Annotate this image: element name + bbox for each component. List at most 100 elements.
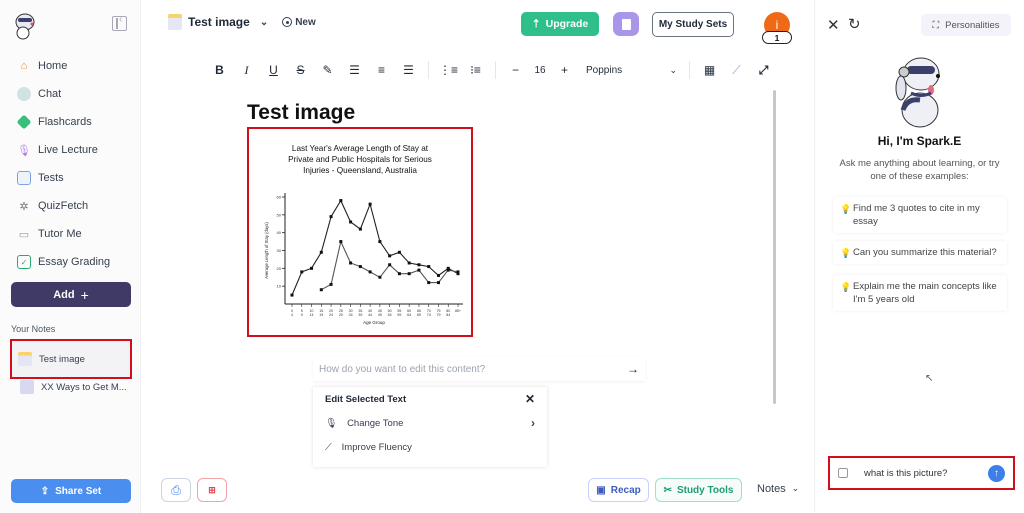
series-line	[291, 199, 459, 296]
x-tick-label: 34	[349, 313, 353, 317]
data-point	[397, 272, 401, 276]
sidebar-item-flashcards[interactable]: Flashcards	[0, 108, 141, 136]
sidebar-item-label: Home	[38, 60, 68, 72]
strikethrough-button[interactable]: S	[287, 59, 314, 81]
suggestion-text: Explain me the main concepts like I'm 5 …	[853, 281, 997, 305]
sidebar-item-label: Flashcards	[38, 116, 92, 128]
x-tick-label: 44	[368, 313, 372, 317]
bullet-list-icon[interactable]: ⁝≡	[462, 59, 489, 81]
sidebar-item-home[interactable]: ⌂ Home	[0, 52, 141, 80]
upgrade-button[interactable]: ⇡ Upgrade	[521, 12, 599, 36]
collapse-sidebar-button[interactable]	[112, 14, 127, 31]
table-icon[interactable]: ▦	[696, 59, 723, 81]
sidebar-item-chat[interactable]: Chat	[0, 80, 141, 108]
my-study-sets-button[interactable]: My Study Sets	[652, 12, 734, 37]
embedded-chart-image[interactable]: Last Year's Average Length of Stay at Pr…	[247, 127, 473, 337]
toolbar-divider	[495, 61, 496, 79]
decrease-font-button[interactable]: −	[502, 59, 529, 81]
editor-heading[interactable]: Test image	[247, 101, 355, 125]
image-upload-icon[interactable]	[838, 468, 848, 478]
sidebar-item-tests[interactable]: Tests	[0, 164, 141, 192]
share-set-button[interactable]: ⇪ Share Set	[11, 479, 131, 503]
highlight-icon[interactable]: ✎	[314, 59, 341, 81]
x-tick-label: 19	[319, 313, 323, 317]
font-size-value[interactable]: 16	[529, 65, 551, 76]
upload-document-button[interactable]	[613, 12, 639, 36]
data-point	[456, 270, 460, 274]
numbered-list-icon[interactable]: ⋮≡	[435, 59, 462, 81]
ai-edit-placeholder: How do you want to edit this content?	[319, 363, 486, 375]
chat-input[interactable]: what is this picture? ↑	[828, 456, 1015, 490]
send-button[interactable]: ↑	[988, 464, 1005, 482]
data-point	[349, 261, 353, 265]
print-button[interactable]: ⎙	[161, 478, 191, 502]
quizfetch-icon: ✲	[19, 200, 29, 213]
chat-input-value[interactable]: what is this picture?	[864, 468, 988, 479]
increase-font-button[interactable]: +	[551, 59, 578, 81]
x-tick-label: 79	[436, 313, 440, 317]
data-point	[358, 265, 362, 269]
bold-button[interactable]: B	[206, 59, 233, 81]
align-center-icon[interactable]: ≡	[368, 59, 395, 81]
sidebar-item-live-lecture[interactable]: 🎙 Live Lecture	[0, 136, 141, 164]
menu-item-improve-fluency[interactable]: ⟋ Improve Fluency	[313, 435, 547, 459]
italic-button[interactable]: I	[233, 59, 260, 81]
refresh-icon[interactable]: ↻	[848, 15, 861, 33]
new-note-button[interactable]: New	[282, 17, 316, 28]
document-title[interactable]: Test image	[188, 15, 250, 29]
fullscreen-icon[interactable]: ⤢	[750, 59, 777, 81]
align-left-icon[interactable]: ☰	[341, 59, 368, 81]
suggestion-text: Can you summarize this material?	[853, 247, 997, 258]
data-point	[329, 282, 333, 286]
chevron-down-icon[interactable]: ⌄	[260, 17, 268, 28]
suggestion-card[interactable]: 💡 Can you summarize this material?	[833, 241, 1007, 264]
menu-item-change-tone[interactable]: 🎙 Change Tone ›	[313, 411, 547, 435]
note-icon	[168, 14, 182, 30]
editor-scrollbar[interactable]	[773, 90, 776, 404]
x-tick-label: 69	[417, 313, 421, 317]
mouse-cursor-icon: ↖	[925, 373, 934, 384]
suggestion-card[interactable]: 💡 Explain me the main concepts like I'm …	[833, 275, 1007, 311]
sidebar-nav: ⌂ Home Chat Flashcards 🎙 Live Lecture Te…	[0, 52, 141, 276]
close-icon[interactable]: ✕	[525, 392, 535, 406]
app-logo[interactable]	[12, 10, 38, 40]
note-item-xx-ways[interactable]: XX Ways to Get M...	[10, 369, 132, 405]
y-tick-label: 40	[277, 230, 282, 235]
underline-button[interactable]: U	[260, 59, 287, 81]
x-tick-label: 59	[397, 313, 401, 317]
align-right-icon[interactable]: ☰	[395, 59, 422, 81]
data-point	[446, 268, 450, 272]
data-point	[427, 281, 431, 285]
font-family-value: Poppins	[586, 64, 623, 76]
recap-button[interactable]: ▣ Recap	[588, 478, 649, 502]
sidebar-item-quizfetch[interactable]: ✲ QuizFetch	[0, 192, 141, 220]
mascot-image	[895, 57, 940, 128]
arrow-right-icon[interactable]: →	[627, 362, 639, 376]
qr-code-button[interactable]: ⊞	[197, 478, 227, 502]
close-icon[interactable]: ✕	[827, 16, 840, 34]
x-tick-label: 85+	[455, 309, 461, 313]
font-family-select[interactable]: Poppins ⌄	[578, 65, 683, 76]
x-tick-label: 64	[407, 313, 411, 317]
personalities-button[interactable]: ⛶ Personalities	[921, 14, 1011, 36]
lightbulb-icon: 💡	[840, 248, 852, 258]
sidebar-item-tutor-me[interactable]: ▭ Tutor Me	[0, 220, 141, 248]
add-button[interactable]: Add +	[11, 282, 131, 307]
printer-icon: ⎙	[171, 482, 181, 497]
study-tools-button[interactable]: ✂ Study Tools	[655, 478, 742, 502]
qr-code-icon: ⊞	[208, 484, 216, 495]
notes-view-select[interactable]: Notes ⌄	[757, 483, 799, 495]
sidebar-item-essay-grading[interactable]: ✓ Essay Grading	[0, 248, 141, 276]
ai-edit-input[interactable]: How do you want to edit this content? →	[313, 357, 645, 381]
recap-label: Recap	[610, 484, 641, 496]
app-root: ⌂ Home Chat Flashcards 🎙 Live Lecture Te…	[0, 0, 1024, 513]
edit-selected-text-menu: Edit Selected Text ✕ 🎙 Change Tone › ⟋ I…	[313, 387, 547, 467]
note-icon	[18, 352, 32, 366]
magic-wand-icon[interactable]: ⟋	[723, 59, 750, 81]
chevron-right-icon: ›	[531, 416, 535, 430]
share-label: Share Set	[55, 485, 102, 497]
data-point	[368, 202, 372, 206]
x-tick-label: 84	[446, 313, 450, 317]
y-tick-label: 60	[277, 195, 282, 200]
suggestion-card[interactable]: 💡 Find me 3 quotes to cite in my essay	[833, 197, 1007, 233]
